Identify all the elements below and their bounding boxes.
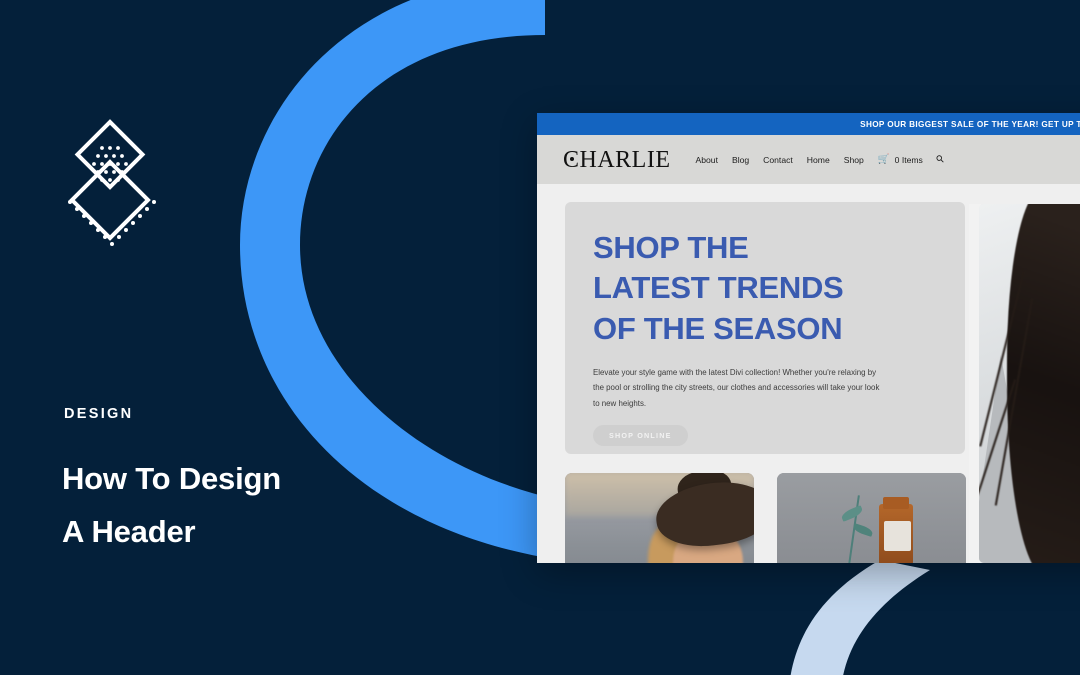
main-nav: About Blog Contact Home Shop 🛒 0 Items ⚲ — [696, 153, 947, 166]
nav-item-contact[interactable]: Contact — [763, 155, 793, 165]
logo-dot-icon — [569, 156, 574, 161]
hero-heading: SHOP THE LATEST TRENDS OF THE SEASON — [593, 228, 937, 349]
hero-card: SHOP THE LATEST TRENDS OF THE SEASON Ele… — [565, 202, 965, 454]
category-kicker: DESIGN — [64, 406, 134, 422]
photo-amber-bottle — [777, 473, 966, 563]
search-icon[interactable]: ⚲ — [934, 153, 947, 166]
card-amber-bottle[interactable] — [777, 473, 966, 563]
page-title-line-2: A Header — [62, 514, 196, 550]
hero-heading-line-2: LATEST TRENDS — [593, 270, 844, 306]
cart-link[interactable]: 🛒 0 Items — [878, 154, 923, 165]
cart-icon: 🛒 — [877, 154, 890, 165]
shop-online-button[interactable]: SHOP ONLINE — [593, 425, 688, 447]
slide-canvas: DESIGN How To Design A Header SHOP OUR B… — [0, 0, 1080, 675]
hero-paragraph: Elevate your style game with the latest … — [593, 367, 880, 408]
page-title-line-1: How To Design — [62, 461, 281, 496]
hero-heading-line-3: OF THE SEASON — [593, 310, 843, 346]
nav-item-home[interactable]: Home — [807, 155, 830, 165]
page-title: How To Design A Header — [62, 452, 422, 559]
photo-plant-leaf-1 — [840, 505, 865, 522]
photo-woman-with-hat — [565, 473, 754, 563]
photo-bottle-label — [883, 521, 911, 551]
pale-blue-arc — [790, 560, 930, 675]
nav-item-about[interactable]: About — [696, 155, 718, 165]
photo-bottle-cap — [882, 497, 909, 509]
site-header: CHARLIE About Blog Contact Home Shop 🛒 0… — [537, 135, 1080, 184]
cart-count-label: 0 Items — [894, 154, 923, 165]
hero-heading-line-1: SHOP THE — [593, 230, 749, 265]
promo-banner-text: SHOP OUR BIGGEST SALE OF THE YEAR! GET U… — [860, 119, 1080, 129]
card-woman-with-hat[interactable] — [565, 473, 754, 563]
nav-item-shop[interactable]: Shop — [844, 155, 864, 165]
site-logo[interactable]: CHARLIE — [563, 148, 671, 172]
photo-dark-hair — [979, 204, 1080, 563]
nav-item-blog[interactable]: Blog — [732, 155, 749, 165]
photo-plant-leaf-2 — [851, 522, 874, 537]
layered-diamond-logo — [62, 118, 158, 250]
promo-banner: SHOP OUR BIGGEST SALE OF THE YEAR! GET U… — [537, 113, 1080, 135]
photo-hair-mass — [1007, 204, 1080, 563]
site-logo-text: CHARLIE — [563, 146, 671, 173]
left-content-panel: DESIGN How To Design A Header — [0, 0, 440, 675]
